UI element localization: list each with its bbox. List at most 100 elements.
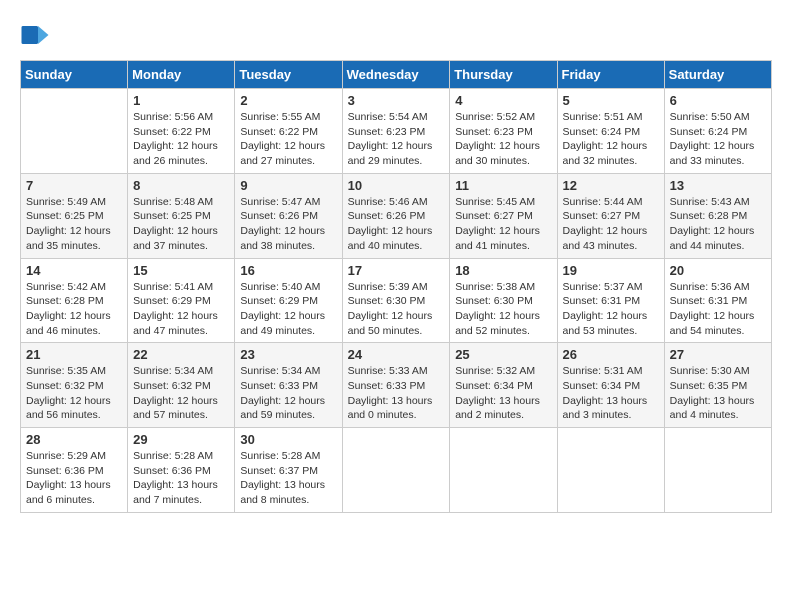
day-detail: Sunrise: 5:52 AMSunset: 6:23 PMDaylight:… bbox=[455, 110, 551, 169]
day-number: 18 bbox=[455, 263, 551, 278]
day-number: 17 bbox=[348, 263, 445, 278]
day-number: 22 bbox=[133, 347, 229, 362]
day-number: 19 bbox=[563, 263, 659, 278]
calendar-day-cell bbox=[557, 428, 664, 513]
day-detail: Sunrise: 5:44 AMSunset: 6:27 PMDaylight:… bbox=[563, 195, 659, 254]
calendar-day-cell bbox=[21, 89, 128, 174]
day-detail: Sunrise: 5:45 AMSunset: 6:27 PMDaylight:… bbox=[455, 195, 551, 254]
logo bbox=[20, 20, 54, 50]
calendar-table: SundayMondayTuesdayWednesdayThursdayFrid… bbox=[20, 60, 772, 513]
calendar-week-row: 1 Sunrise: 5:56 AMSunset: 6:22 PMDayligh… bbox=[21, 89, 772, 174]
calendar-day-cell: 17 Sunrise: 5:39 AMSunset: 6:30 PMDaylig… bbox=[342, 258, 450, 343]
day-detail: Sunrise: 5:43 AMSunset: 6:28 PMDaylight:… bbox=[670, 195, 766, 254]
day-detail: Sunrise: 5:56 AMSunset: 6:22 PMDaylight:… bbox=[133, 110, 229, 169]
day-detail: Sunrise: 5:50 AMSunset: 6:24 PMDaylight:… bbox=[670, 110, 766, 169]
day-detail: Sunrise: 5:54 AMSunset: 6:23 PMDaylight:… bbox=[348, 110, 445, 169]
day-number: 26 bbox=[563, 347, 659, 362]
day-number: 7 bbox=[26, 178, 122, 193]
calendar-week-row: 21 Sunrise: 5:35 AMSunset: 6:32 PMDaylig… bbox=[21, 343, 772, 428]
calendar-day-cell: 28 Sunrise: 5:29 AMSunset: 6:36 PMDaylig… bbox=[21, 428, 128, 513]
calendar-day-cell: 24 Sunrise: 5:33 AMSunset: 6:33 PMDaylig… bbox=[342, 343, 450, 428]
day-detail: Sunrise: 5:42 AMSunset: 6:28 PMDaylight:… bbox=[26, 280, 122, 339]
weekday-header: Friday bbox=[557, 61, 664, 89]
calendar-day-cell: 16 Sunrise: 5:40 AMSunset: 6:29 PMDaylig… bbox=[235, 258, 342, 343]
weekday-header: Sunday bbox=[21, 61, 128, 89]
day-number: 24 bbox=[348, 347, 445, 362]
calendar-day-cell: 25 Sunrise: 5:32 AMSunset: 6:34 PMDaylig… bbox=[450, 343, 557, 428]
calendar-day-cell bbox=[664, 428, 771, 513]
day-detail: Sunrise: 5:47 AMSunset: 6:26 PMDaylight:… bbox=[240, 195, 336, 254]
calendar-day-cell: 8 Sunrise: 5:48 AMSunset: 6:25 PMDayligh… bbox=[128, 173, 235, 258]
calendar-day-cell: 3 Sunrise: 5:54 AMSunset: 6:23 PMDayligh… bbox=[342, 89, 450, 174]
calendar-day-cell: 30 Sunrise: 5:28 AMSunset: 6:37 PMDaylig… bbox=[235, 428, 342, 513]
calendar-day-cell: 1 Sunrise: 5:56 AMSunset: 6:22 PMDayligh… bbox=[128, 89, 235, 174]
day-detail: Sunrise: 5:28 AMSunset: 6:36 PMDaylight:… bbox=[133, 449, 229, 508]
day-number: 30 bbox=[240, 432, 336, 447]
calendar-day-cell: 19 Sunrise: 5:37 AMSunset: 6:31 PMDaylig… bbox=[557, 258, 664, 343]
day-number: 21 bbox=[26, 347, 122, 362]
day-number: 4 bbox=[455, 93, 551, 108]
calendar-day-cell: 11 Sunrise: 5:45 AMSunset: 6:27 PMDaylig… bbox=[450, 173, 557, 258]
day-number: 15 bbox=[133, 263, 229, 278]
calendar-day-cell: 4 Sunrise: 5:52 AMSunset: 6:23 PMDayligh… bbox=[450, 89, 557, 174]
calendar-day-cell: 22 Sunrise: 5:34 AMSunset: 6:32 PMDaylig… bbox=[128, 343, 235, 428]
logo-icon bbox=[20, 20, 50, 50]
calendar-day-cell bbox=[450, 428, 557, 513]
calendar-day-cell: 14 Sunrise: 5:42 AMSunset: 6:28 PMDaylig… bbox=[21, 258, 128, 343]
day-detail: Sunrise: 5:55 AMSunset: 6:22 PMDaylight:… bbox=[240, 110, 336, 169]
calendar-day-cell: 26 Sunrise: 5:31 AMSunset: 6:34 PMDaylig… bbox=[557, 343, 664, 428]
calendar-day-cell: 9 Sunrise: 5:47 AMSunset: 6:26 PMDayligh… bbox=[235, 173, 342, 258]
day-number: 3 bbox=[348, 93, 445, 108]
day-detail: Sunrise: 5:46 AMSunset: 6:26 PMDaylight:… bbox=[348, 195, 445, 254]
day-detail: Sunrise: 5:34 AMSunset: 6:32 PMDaylight:… bbox=[133, 364, 229, 423]
day-detail: Sunrise: 5:39 AMSunset: 6:30 PMDaylight:… bbox=[348, 280, 445, 339]
day-detail: Sunrise: 5:34 AMSunset: 6:33 PMDaylight:… bbox=[240, 364, 336, 423]
day-number: 9 bbox=[240, 178, 336, 193]
day-detail: Sunrise: 5:33 AMSunset: 6:33 PMDaylight:… bbox=[348, 364, 445, 423]
calendar-week-row: 7 Sunrise: 5:49 AMSunset: 6:25 PMDayligh… bbox=[21, 173, 772, 258]
calendar-day-cell: 20 Sunrise: 5:36 AMSunset: 6:31 PMDaylig… bbox=[664, 258, 771, 343]
calendar-week-row: 28 Sunrise: 5:29 AMSunset: 6:36 PMDaylig… bbox=[21, 428, 772, 513]
day-number: 12 bbox=[563, 178, 659, 193]
calendar-day-cell: 21 Sunrise: 5:35 AMSunset: 6:32 PMDaylig… bbox=[21, 343, 128, 428]
day-number: 29 bbox=[133, 432, 229, 447]
page-header bbox=[20, 20, 772, 50]
day-detail: Sunrise: 5:32 AMSunset: 6:34 PMDaylight:… bbox=[455, 364, 551, 423]
day-detail: Sunrise: 5:37 AMSunset: 6:31 PMDaylight:… bbox=[563, 280, 659, 339]
day-detail: Sunrise: 5:40 AMSunset: 6:29 PMDaylight:… bbox=[240, 280, 336, 339]
day-detail: Sunrise: 5:30 AMSunset: 6:35 PMDaylight:… bbox=[670, 364, 766, 423]
calendar-day-cell: 10 Sunrise: 5:46 AMSunset: 6:26 PMDaylig… bbox=[342, 173, 450, 258]
header-row: SundayMondayTuesdayWednesdayThursdayFrid… bbox=[21, 61, 772, 89]
day-number: 14 bbox=[26, 263, 122, 278]
calendar-day-cell: 13 Sunrise: 5:43 AMSunset: 6:28 PMDaylig… bbox=[664, 173, 771, 258]
calendar-day-cell: 23 Sunrise: 5:34 AMSunset: 6:33 PMDaylig… bbox=[235, 343, 342, 428]
day-detail: Sunrise: 5:36 AMSunset: 6:31 PMDaylight:… bbox=[670, 280, 766, 339]
calendar-day-cell: 7 Sunrise: 5:49 AMSunset: 6:25 PMDayligh… bbox=[21, 173, 128, 258]
day-number: 13 bbox=[670, 178, 766, 193]
day-detail: Sunrise: 5:48 AMSunset: 6:25 PMDaylight:… bbox=[133, 195, 229, 254]
day-number: 8 bbox=[133, 178, 229, 193]
day-number: 25 bbox=[455, 347, 551, 362]
day-detail: Sunrise: 5:51 AMSunset: 6:24 PMDaylight:… bbox=[563, 110, 659, 169]
calendar-day-cell: 15 Sunrise: 5:41 AMSunset: 6:29 PMDaylig… bbox=[128, 258, 235, 343]
day-detail: Sunrise: 5:35 AMSunset: 6:32 PMDaylight:… bbox=[26, 364, 122, 423]
day-number: 10 bbox=[348, 178, 445, 193]
calendar-day-cell bbox=[342, 428, 450, 513]
day-number: 1 bbox=[133, 93, 229, 108]
calendar-day-cell: 5 Sunrise: 5:51 AMSunset: 6:24 PMDayligh… bbox=[557, 89, 664, 174]
day-detail: Sunrise: 5:49 AMSunset: 6:25 PMDaylight:… bbox=[26, 195, 122, 254]
calendar-day-cell: 18 Sunrise: 5:38 AMSunset: 6:30 PMDaylig… bbox=[450, 258, 557, 343]
day-detail: Sunrise: 5:41 AMSunset: 6:29 PMDaylight:… bbox=[133, 280, 229, 339]
weekday-header: Thursday bbox=[450, 61, 557, 89]
day-detail: Sunrise: 5:29 AMSunset: 6:36 PMDaylight:… bbox=[26, 449, 122, 508]
day-number: 6 bbox=[670, 93, 766, 108]
day-number: 23 bbox=[240, 347, 336, 362]
day-number: 11 bbox=[455, 178, 551, 193]
day-detail: Sunrise: 5:38 AMSunset: 6:30 PMDaylight:… bbox=[455, 280, 551, 339]
day-number: 5 bbox=[563, 93, 659, 108]
calendar-day-cell: 29 Sunrise: 5:28 AMSunset: 6:36 PMDaylig… bbox=[128, 428, 235, 513]
calendar-day-cell: 2 Sunrise: 5:55 AMSunset: 6:22 PMDayligh… bbox=[235, 89, 342, 174]
day-detail: Sunrise: 5:28 AMSunset: 6:37 PMDaylight:… bbox=[240, 449, 336, 508]
calendar-day-cell: 27 Sunrise: 5:30 AMSunset: 6:35 PMDaylig… bbox=[664, 343, 771, 428]
day-number: 16 bbox=[240, 263, 336, 278]
